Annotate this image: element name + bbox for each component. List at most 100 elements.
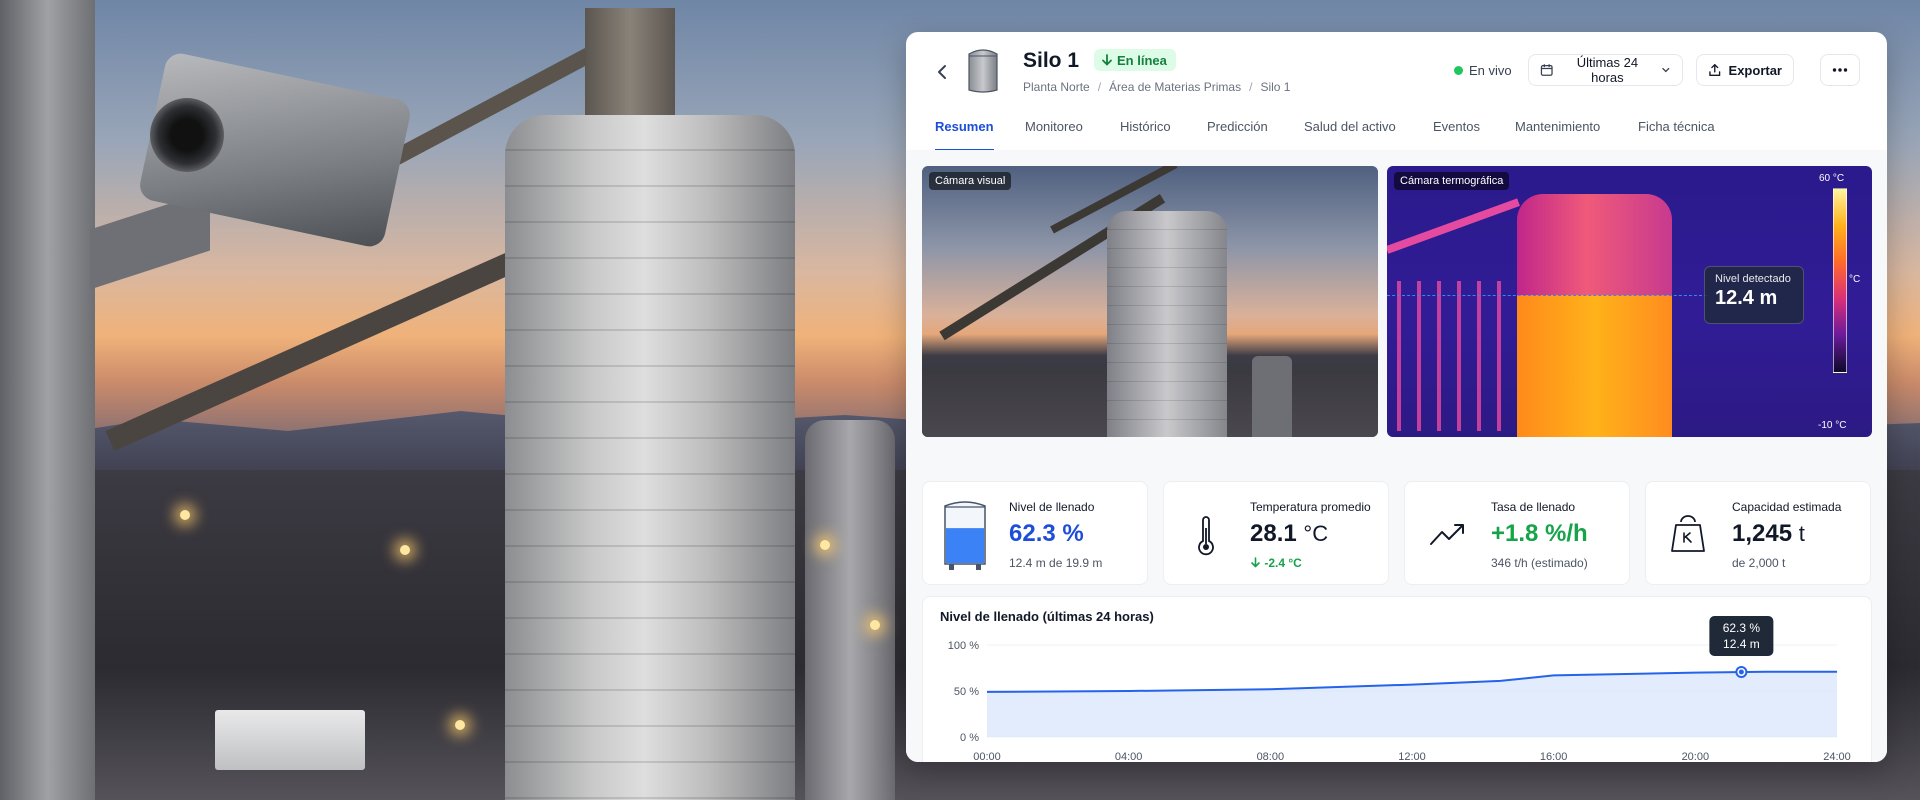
x-tick-label: 24:00 — [1823, 751, 1851, 762]
x-tick-label: 04:00 — [1115, 751, 1143, 762]
back-button[interactable] — [928, 58, 956, 86]
tab-historico[interactable]: Histórico — [1120, 114, 1171, 150]
silo-level-icon — [944, 501, 986, 570]
kpi-sub: 12.4 m de 19.9 m — [1009, 556, 1103, 570]
visual-camera-feed[interactable]: Cámara visual — [922, 166, 1378, 437]
thermal-structure — [1397, 281, 1517, 431]
tab-prediccion[interactable]: Predicción — [1207, 114, 1268, 150]
y-tick-label: 50 % — [954, 686, 979, 698]
secondary-silo — [805, 420, 895, 800]
breadcrumb-separator: / — [1249, 80, 1253, 94]
header: Silo 1 En línea Planta Norte / Área de M… — [906, 32, 1887, 151]
kpi-label: Tasa de llenado — [1491, 500, 1576, 514]
tab-ficha-tecnica[interactable]: Ficha técnica — [1638, 114, 1715, 150]
lamp — [180, 510, 190, 520]
detected-level-value: 12.4 m — [1715, 287, 1778, 309]
thermal-tank-fill — [1517, 295, 1672, 437]
scale-max-label: 60 °C — [1819, 173, 1845, 184]
fill-level-chart[interactable]: 0 % 50 % 100 % 00:00 04:00 08:00 12:00 16:00 20:… — [923, 597, 1873, 762]
x-tick-label: 16:00 — [1540, 751, 1568, 762]
camera-pole — [0, 0, 95, 800]
detected-level-tooltip: Nivel detectado 12.4 m — [1704, 266, 1804, 324]
arrow-down-icon — [1102, 54, 1112, 66]
live-label: En vivo — [1469, 63, 1512, 78]
x-tick-label: 20:00 — [1682, 751, 1710, 762]
tab-monitoreo[interactable]: Monitoreo — [1025, 114, 1083, 150]
arrow-down-icon — [1251, 557, 1260, 568]
feed-building — [1252, 356, 1292, 437]
kpi-label: Capacidad estimada — [1732, 500, 1842, 514]
thermal-tank-empty — [1517, 194, 1672, 304]
more-options-button[interactable] — [1820, 54, 1860, 86]
camera-lens — [150, 98, 224, 172]
kpi-estimated-capacity: Capacidad estimada 1,245 t de 2,000 t — [1645, 481, 1871, 585]
kpi-unit: °C — [1303, 521, 1329, 546]
calendar-icon — [1540, 64, 1553, 76]
scale-min-label: -10 °C — [1818, 420, 1847, 431]
kpi-unit: t — [1798, 521, 1805, 546]
thermal-structure — [1387, 198, 1520, 254]
kpi-label: Temperatura promedio — [1250, 500, 1371, 514]
trending-up-icon — [1430, 524, 1464, 545]
tab-eventos[interactable]: Eventos — [1433, 114, 1480, 150]
kpi-sub: 346 t/h (estimado) — [1491, 556, 1588, 570]
upload-icon — [1709, 64, 1721, 76]
more-dots-icon — [1832, 68, 1848, 72]
y-tick-label: 0 % — [960, 732, 979, 744]
kpi-average-temperature: Temperatura promedio 28.1 °C -2.4 °C — [1163, 481, 1389, 585]
fill-level-chart-card: Nivel de llenado (últimas 24 horas) 0 % 5… — [922, 596, 1872, 762]
breadcrumb-item: Silo 1 — [1260, 80, 1291, 94]
kpi-delta-value: -2.4 °C — [1264, 556, 1302, 570]
detected-level-label: Nivel detectado — [1715, 273, 1791, 285]
kpi-sub: de 2,000 t — [1732, 556, 1786, 570]
x-tick-label: 12:00 — [1398, 751, 1426, 762]
kpi-value: 1,245 t — [1732, 520, 1805, 548]
time-range-label: Últimas 24 horas — [1576, 55, 1639, 85]
weight-icon — [1671, 515, 1705, 552]
detected-level-line — [1387, 295, 1707, 296]
status-badge: En línea — [1094, 49, 1176, 71]
main-silo — [505, 115, 795, 800]
live-dot-icon — [1454, 66, 1463, 75]
silo-dashboard-card: Silo 1 En línea Planta Norte / Área de M… — [906, 32, 1887, 762]
lamp — [455, 720, 465, 730]
tab-resumen[interactable]: Resumen — [935, 114, 994, 151]
lamp — [820, 540, 830, 550]
time-range-select[interactable]: Últimas 24 horas — [1528, 54, 1683, 86]
kpi-fill-level: Nivel de llenado 62.3 % 12.4 m de 19.9 m — [922, 481, 1148, 585]
thermal-camera-feed[interactable]: Cámara termográfica Nivel detectado 12.4… — [1387, 166, 1872, 437]
kpi-label: Nivel de llenado — [1009, 500, 1095, 514]
tab-bar: Resumen Monitoreo Histórico Predicción S… — [906, 114, 1887, 151]
kpi-number: 1,245 — [1732, 520, 1793, 547]
breadcrumb-item[interactable]: Planta Norte — [1023, 80, 1090, 94]
chart-area — [987, 671, 1837, 737]
breadcrumb-item[interactable]: Área de Materias Primas — [1109, 80, 1241, 94]
chevron-down-icon — [1662, 67, 1670, 73]
lamp — [400, 545, 410, 555]
kpi-delta: -2.4 °C — [1250, 556, 1302, 570]
truck — [215, 710, 365, 770]
tab-mantenimiento[interactable]: Mantenimiento — [1515, 114, 1600, 150]
kpi-number: 28.1 — [1250, 520, 1297, 547]
page-title: Silo 1 — [1023, 49, 1080, 72]
chart-tooltip-value: 62.3 % — [1723, 621, 1761, 635]
breadcrumb-separator: / — [1097, 80, 1102, 94]
tab-salud-del-activo[interactable]: Salud del activo — [1304, 114, 1396, 150]
silo-icon — [968, 49, 998, 93]
x-tick-label: 00:00 — [973, 751, 1001, 762]
kpi-value: 62.3 % — [1009, 520, 1084, 547]
feed-silo — [1107, 211, 1227, 437]
temperature-scale-bar — [1833, 188, 1847, 373]
chart-point-dot — [1738, 669, 1744, 675]
x-tick-label: 08:00 — [1257, 751, 1285, 762]
thermal-camera-label: Cámara termográfica — [1394, 172, 1510, 190]
export-button[interactable]: Exportar — [1696, 54, 1794, 86]
chevron-left-icon — [938, 65, 946, 79]
status-badge-label: En línea — [1117, 52, 1167, 68]
live-indicator: En vivo — [1454, 63, 1512, 78]
kpi-value: +1.8 %/h — [1491, 520, 1588, 547]
silo-tower — [585, 8, 675, 128]
lamp — [870, 620, 880, 630]
kpi-value: 28.1 °C — [1250, 520, 1328, 548]
visual-camera-label: Cámara visual — [929, 172, 1012, 190]
